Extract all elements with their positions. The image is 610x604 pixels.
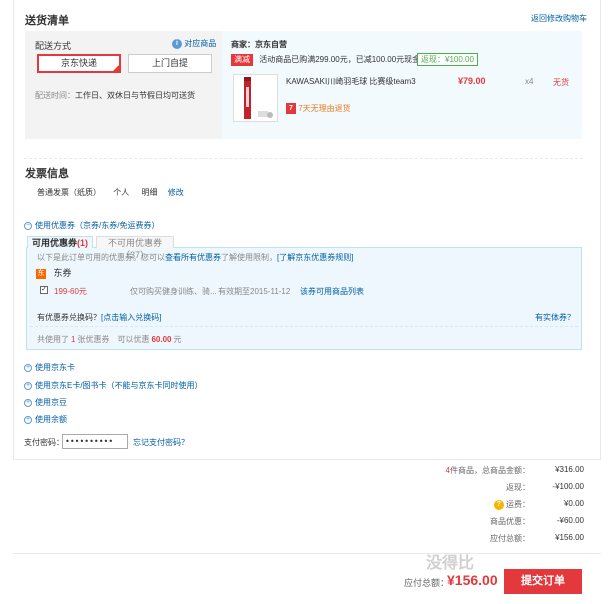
coupon-summary-count: 1 xyxy=(71,335,76,344)
summary-payable-value: ¥156.00 xyxy=(555,533,584,542)
product-thumbnail[interactable] xyxy=(233,74,278,122)
watermark: 没得比 xyxy=(426,555,475,572)
coupon-expire: 有效期至2015-11-12 xyxy=(218,287,291,296)
coupon-rules-link[interactable]: [了解京东优惠券规则] xyxy=(277,253,353,262)
invoice-content: 明细 xyxy=(141,188,158,197)
use-jd-card-label: 使用京东卡 xyxy=(35,363,75,372)
summary-cashback-value: -¥100.00 xyxy=(552,482,584,491)
coupon-note-prefix: 以下是此订单可用的优惠券。您可以 xyxy=(37,253,165,262)
use-e-card-label: 使用京东E卡/图书卡（不能与京东卡同时使用） xyxy=(35,381,203,390)
summary-freight-value: ¥0.00 xyxy=(563,499,584,508)
return-text: 7天无理由退货 xyxy=(298,104,351,113)
tab-available-count: (1) xyxy=(77,238,88,248)
badminton-tube-icon xyxy=(244,77,273,119)
shipping-method-panel: 配送方式 i 对应商品 京东快递 上门自提 配送时间：工作日、双休日与节假日均可… xyxy=(25,31,222,139)
option-jd-express[interactable]: 京东快递 xyxy=(37,54,121,73)
coupon-summary-mid: 张优惠券 可以优惠 xyxy=(77,335,150,344)
summary-freight: ? 运费： xyxy=(493,499,530,510)
return-policy: 7 7天无理由退货 xyxy=(286,103,351,115)
invoice-payer: 个人 xyxy=(113,188,130,197)
promo-tag: 满减 xyxy=(231,54,253,66)
summary-discount-label: 商品优惠： xyxy=(490,517,530,526)
coupon-toggle-label: 使用优惠券（京券/东券/免运费券） xyxy=(35,221,160,230)
footer-total-label: 应付总额： xyxy=(404,578,450,588)
coupon-group: 东 东券 xyxy=(36,266,72,279)
invoice-line: 普通发票（纸质） 个人 明细 修改 xyxy=(37,187,184,198)
tab-available-label: 可用优惠券 xyxy=(31,238,77,248)
password-label: 支付密码： xyxy=(24,438,64,447)
delivery-time-value: 工作日、双休日与节假日均可送货 xyxy=(75,91,195,100)
coupon-summary-prefix: 共使用了 xyxy=(37,335,69,344)
password-input[interactable]: •••••••••• xyxy=(62,434,128,449)
expand-icon: + xyxy=(24,398,32,407)
coupon-products-link[interactable]: 该券可用商品列表 xyxy=(300,286,364,297)
coupon-summary-suffix: 元 xyxy=(173,335,182,344)
physical-coupon-link[interactable]: 有实体券？ xyxy=(535,312,575,323)
expand-icon: + xyxy=(24,363,32,372)
return-badge-icon: 7 xyxy=(286,103,296,115)
promo-text: 活动商品已购满299.00元，已减100.00元现金 xyxy=(259,55,421,64)
summary-freight-label: 运费： xyxy=(506,500,530,509)
coupon-group-name: 东券 xyxy=(53,268,72,278)
summary-items-total: ¥316.00 xyxy=(555,465,584,474)
product-qty: x4 xyxy=(525,77,534,86)
use-e-card[interactable]: + 使用京东E卡/图书卡（不能与京东卡同时使用） xyxy=(24,380,203,391)
stock-status: 无货 xyxy=(553,78,569,87)
tab-unavailable-coupons[interactable]: 不可用优惠券（37） xyxy=(96,236,174,260)
summary-items-label: 件商品，总商品金额： xyxy=(450,466,530,475)
view-all-coupons-link[interactable]: 查看所有优惠券 xyxy=(165,253,221,262)
coupon-note-mid: 了解使用限制， xyxy=(221,253,277,262)
match-products-link[interactable]: 对应商品 xyxy=(184,39,216,48)
back-to-cart-link[interactable]: 返回修改购物车 xyxy=(531,13,587,24)
expand-icon: + xyxy=(24,415,32,424)
redeem-prefix: 有优惠券兑换码？ xyxy=(37,313,101,322)
footer-total-value: ¥156.00 xyxy=(447,572,498,588)
coupon-summary-amount: 60.00 xyxy=(151,335,172,344)
cashback-tag: 返现：¥100.00 xyxy=(417,53,478,66)
jd-coupon-icon: 东 xyxy=(36,268,46,279)
collapse-icon: − xyxy=(24,221,32,230)
forgot-password-link[interactable]: 忘记支付密码？ xyxy=(133,437,189,448)
use-jd-beans[interactable]: + 使用京豆 xyxy=(24,397,67,408)
summary-payable-label: 应付总额： xyxy=(490,534,530,543)
match-products[interactable]: i 对应商品 xyxy=(172,38,216,49)
use-jd-card[interactable]: + 使用京东卡 xyxy=(24,362,75,373)
invoice-edit-link[interactable]: 修改 xyxy=(168,188,184,197)
coupon-amount: 199-60元 xyxy=(54,287,87,296)
delivery-time-label: 配送时间： xyxy=(35,91,75,100)
expand-icon: + xyxy=(24,381,32,390)
seller-label: 商家：京东自营 xyxy=(231,40,287,49)
shipping-method-label: 配送方式 xyxy=(35,41,72,51)
coupon-note: 以下是此订单可用的优惠券。您可以查看所有优惠券了解使用限制，[了解京东优惠券规则… xyxy=(37,252,353,263)
invoice-type: 普通发票（纸质） xyxy=(37,188,101,197)
tab-available-coupons[interactable]: 可用优惠券(1) xyxy=(27,236,93,248)
invoice-title: 发票信息 xyxy=(25,168,69,180)
use-balance[interactable]: + 使用余额 xyxy=(24,414,67,425)
freight-help-icon[interactable]: ? xyxy=(493,499,504,510)
info-icon: i xyxy=(172,38,182,49)
coupon-summary: 共使用了 1 张优惠券 可以优惠 60.00 元 xyxy=(37,334,181,345)
submit-order-button[interactable]: 提交订单 xyxy=(504,569,582,594)
summary-cashback-label: 返现： xyxy=(506,483,530,492)
summary-items: 4件商品，总商品金额： xyxy=(446,465,530,476)
delivery-time: 配送时间：工作日、双休日与节假日均可送货 xyxy=(35,90,195,101)
divider xyxy=(24,158,583,159)
coupon-checkbox[interactable]: ✓ xyxy=(40,286,48,294)
coupon-toggle[interactable]: − 使用优惠券（京券/东券/免运费券） xyxy=(24,220,159,231)
option-self-pickup[interactable]: 上门自提 xyxy=(128,54,212,73)
use-balance-label: 使用余额 xyxy=(35,415,67,424)
use-jd-beans-label: 使用京豆 xyxy=(35,398,67,407)
redeem-code-link[interactable]: [点击输入兑换码] xyxy=(101,313,161,322)
coupon-divider xyxy=(30,326,578,327)
product-name[interactable]: KAWASAKI川崎羽毛球 比赛级team3 xyxy=(286,76,416,87)
footer-divider xyxy=(13,553,601,554)
redeem-line: 有优惠券兑换码？[点击输入兑换码] xyxy=(37,312,161,323)
summary-discount-value: -¥60.00 xyxy=(556,516,584,525)
promo-line: 满减 活动商品已购满299.00元，已减100.00元现金 xyxy=(231,54,420,66)
product-price: ¥79.00 xyxy=(458,76,486,86)
shipping-title: 送货清单 xyxy=(25,15,69,27)
coupon-desc: 仅可购买健身训练、骑... xyxy=(130,287,217,296)
